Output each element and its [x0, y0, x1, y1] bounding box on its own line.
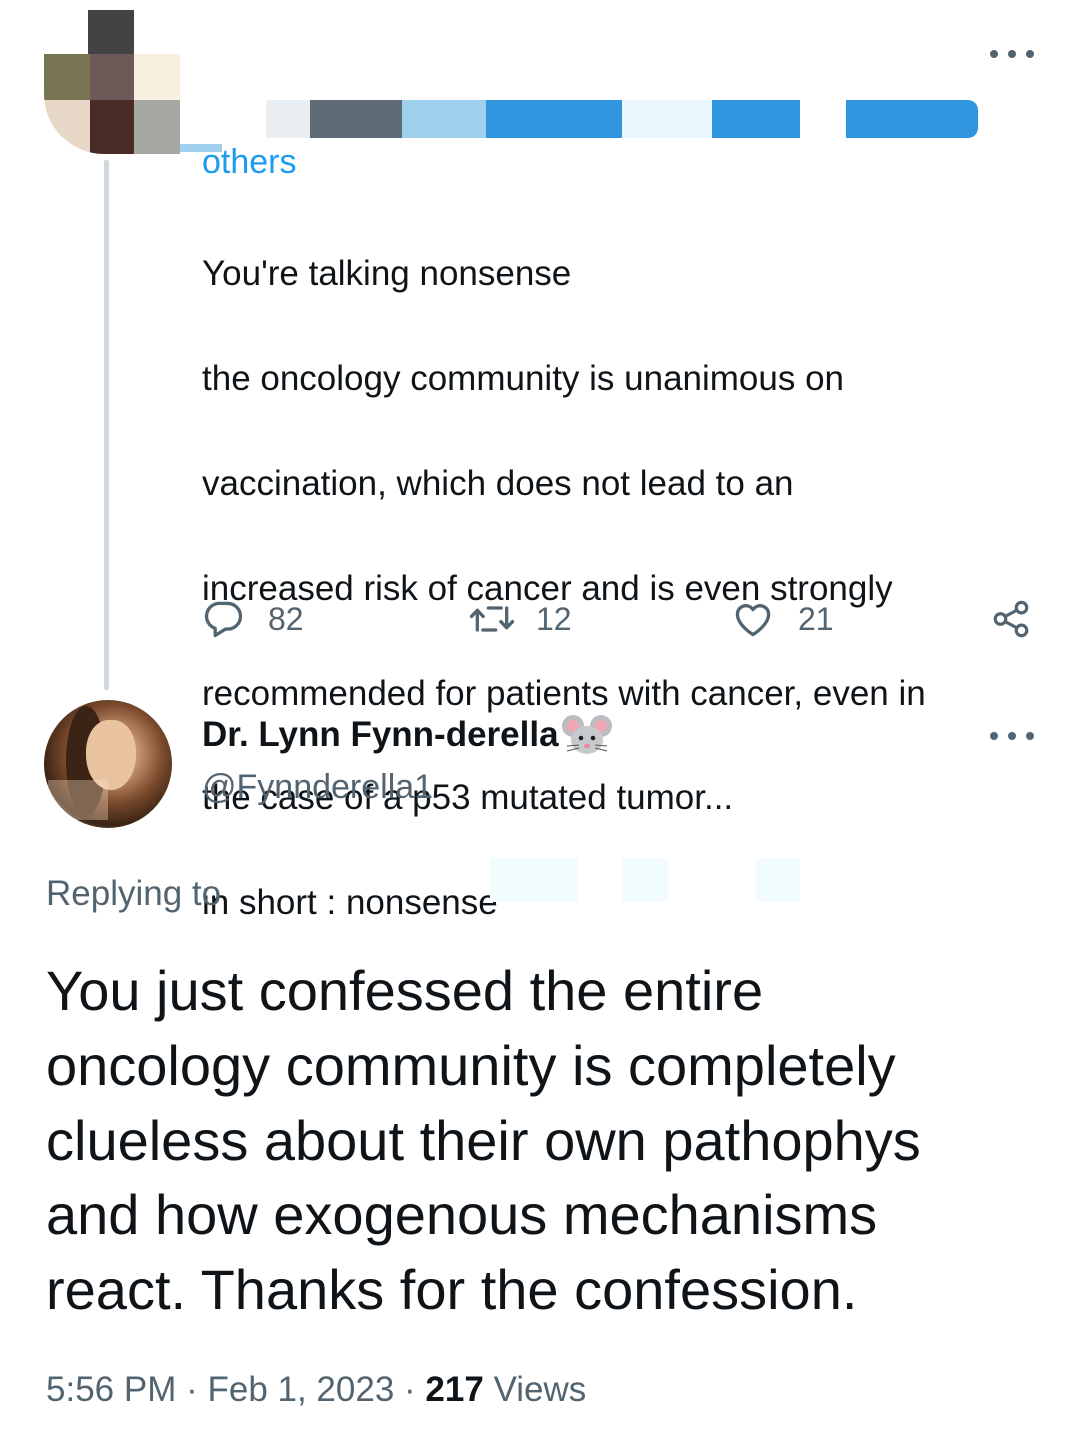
retweet-action[interactable]: 12 — [468, 594, 572, 644]
redacted-name-block — [622, 100, 712, 138]
separator: · — [186, 1370, 198, 1409]
mouse-emoji — [561, 715, 612, 754]
redacted-name-block — [266, 100, 310, 138]
more-icon[interactable] — [990, 44, 1034, 64]
redacted-name-block — [846, 100, 978, 138]
redacted-name-block — [310, 100, 402, 138]
tweet-metadata: 5:56 PM · Feb 1, 2023 · 217 Views — [46, 1366, 586, 1414]
replying-to-label: Replying to — [46, 874, 222, 913]
tweet-text-line: You just confessed the entire — [46, 959, 764, 1022]
redacted-name-block — [712, 100, 800, 138]
redacted-name-block — [486, 100, 622, 138]
share-action[interactable] — [990, 594, 1032, 644]
views-count: 217 — [425, 1370, 484, 1409]
user-handle[interactable]: @Fynnderella1 — [202, 764, 433, 810]
tweet-text-line: vaccination, which does not lead to an — [202, 464, 794, 504]
tweet-text-line: increased risk of cancer and is even str… — [202, 568, 893, 608]
separator: · — [404, 1370, 416, 1409]
tweet-text-line: the oncology community is unanimous on — [202, 359, 845, 399]
redacted-mention — [490, 858, 578, 902]
tweet-time[interactable]: 5:56 PM — [46, 1370, 176, 1409]
more-icon[interactable] — [990, 726, 1034, 746]
like-icon — [735, 604, 771, 637]
share-icon — [993, 600, 1029, 638]
tweet-text-line: and how exogenous mechanisms — [46, 1183, 878, 1247]
tweet-date[interactable]: Feb 1, 2023 — [207, 1370, 394, 1409]
reply-icon — [204, 601, 243, 638]
tweet-text-line: clueless about their own pathophys — [46, 1108, 921, 1172]
like-action[interactable]: 21 — [730, 594, 834, 644]
reply-action[interactable]: 82 — [202, 594, 304, 644]
tweet-text-line: You're talking nonsense — [202, 254, 572, 294]
reply-count: 82 — [268, 600, 304, 637]
like-count: 21 — [798, 600, 834, 637]
thread-line — [104, 160, 109, 690]
others-link[interactable]: others — [202, 142, 297, 182]
retweet-icon — [469, 606, 515, 632]
redacted-mention — [756, 858, 800, 902]
parent-avatar-pixelated[interactable] — [44, 10, 184, 154]
tweet-text-line: react. Thanks for the confession. — [46, 1258, 858, 1322]
display-name-text: Dr. Lynn Fynn-derella — [202, 715, 559, 754]
redacted-mention — [622, 858, 668, 902]
display-name[interactable]: Dr. Lynn Fynn-derella — [202, 712, 613, 758]
reply-tweet-text: You just confessed the entire oncology c… — [46, 954, 1046, 1328]
views-label: Views — [493, 1370, 587, 1409]
redacted-name-block — [402, 100, 486, 138]
user-avatar[interactable] — [44, 700, 172, 828]
tweet-text-line: oncology community is completely — [46, 1033, 896, 1097]
retweet-count: 12 — [536, 600, 572, 637]
